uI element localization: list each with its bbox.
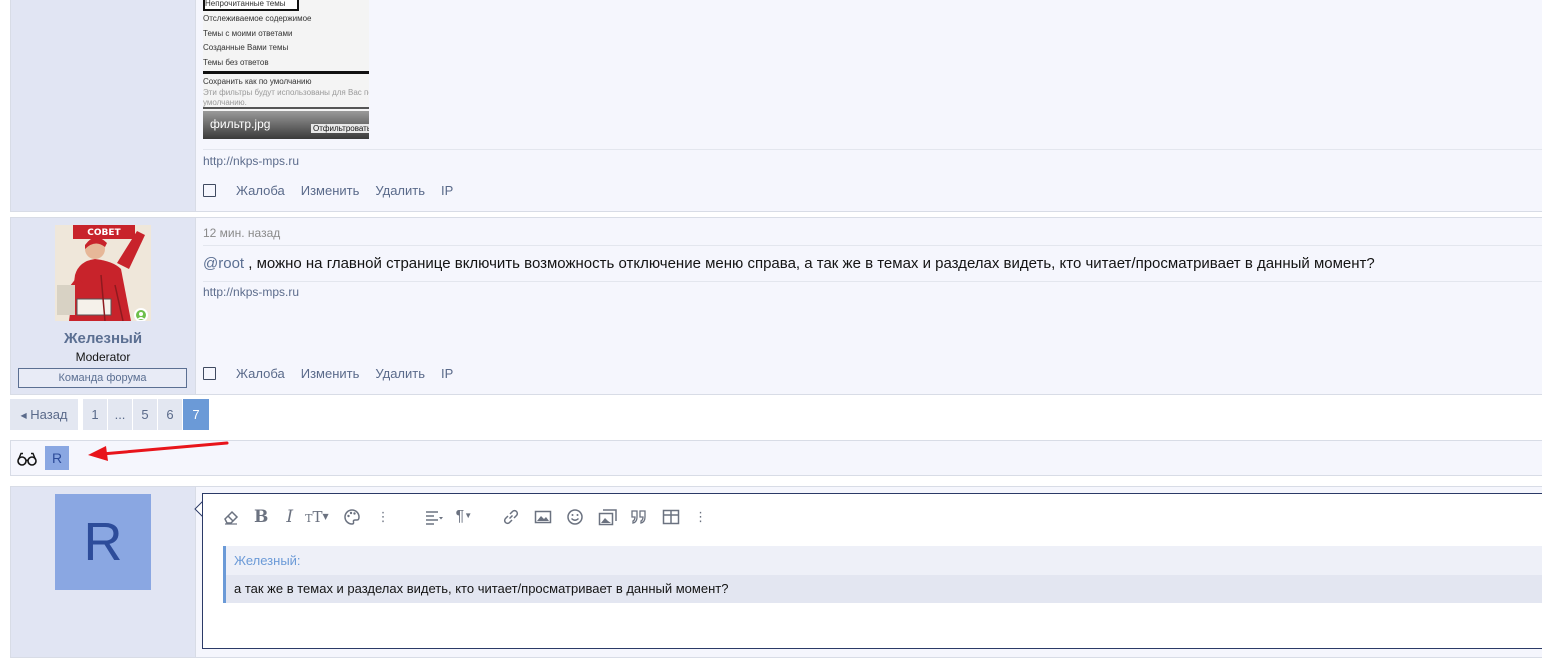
thumb-save-hint: Эти фильтры будут использованы для Вас п… bbox=[203, 88, 369, 97]
quote-author: Железный: bbox=[234, 553, 301, 568]
user-mention-link[interactable]: @root bbox=[203, 255, 244, 272]
thread-readers-bar: R bbox=[10, 440, 1542, 476]
attachment-filename: фильтр.jpg bbox=[210, 117, 271, 131]
delete-link[interactable]: Удалить bbox=[375, 183, 425, 198]
red-arrow-annotation bbox=[88, 441, 229, 461]
user-banner: Команда форума bbox=[18, 368, 187, 388]
thumb-menu-item: Темы без ответов bbox=[203, 58, 269, 67]
prev-page-label: Назад bbox=[30, 407, 68, 422]
thumb-menu-item: Отслеживаемое содержимое bbox=[203, 14, 312, 23]
user-avatar[interactable]: СОВЕТ bbox=[55, 225, 151, 321]
post-2-user-column: СОВЕТ Железный Moderator Команда форума bbox=[11, 218, 196, 394]
post-body: @root , можно на главной странице включи… bbox=[203, 255, 1375, 272]
page-jump-button[interactable]: ... bbox=[108, 399, 132, 430]
post-time[interactable]: 12 мин. назад bbox=[203, 226, 280, 240]
clear-format-icon[interactable] bbox=[222, 508, 240, 526]
font-size-icon[interactable]: TT▼ bbox=[305, 508, 329, 526]
reply-avatar[interactable]: R bbox=[55, 494, 151, 590]
post-actions: Жалоба Изменить Удалить IP bbox=[203, 180, 469, 200]
post-2-main: 12 мин. назад @root , можно на главной с… bbox=[203, 218, 1542, 394]
quote-text: а так же в темах и разделах видеть, кто … bbox=[234, 581, 729, 596]
table-icon[interactable] bbox=[662, 508, 680, 526]
smiley-icon[interactable] bbox=[566, 508, 584, 526]
post-1-main: Непрочитанные темы Отслеживаемое содержи… bbox=[203, 0, 1542, 211]
thumb-save-default: Сохранить как по умолчанию bbox=[203, 77, 312, 86]
italic-icon[interactable]: I bbox=[286, 507, 293, 527]
attachment-caption: фильтр.jpg Отфильтровать bbox=[203, 111, 369, 139]
page-link[interactable]: 6 bbox=[158, 399, 182, 430]
avatar-poster-image: СОВЕТ bbox=[55, 225, 151, 321]
glasses-icon bbox=[17, 452, 37, 466]
quote-block[interactable]: Железный: а так же в темах и разделах ви… bbox=[223, 546, 1542, 603]
thumb-apply-button: Отфильтровать bbox=[311, 124, 369, 133]
thumb-menu-item: Созданные Вами темы bbox=[203, 43, 289, 52]
thumb-menu-item: Непрочитанные темы bbox=[205, 0, 286, 8]
bold-icon[interactable]: B bbox=[254, 507, 268, 527]
post-actions: Жалоба Изменить Удалить IP bbox=[203, 363, 469, 383]
select-post-checkbox[interactable] bbox=[203, 366, 216, 380]
reader-avatar-letter: R bbox=[51, 450, 63, 466]
signature-link[interactable]: http://nkps-mps.ru bbox=[203, 154, 299, 168]
palette-icon[interactable] bbox=[343, 508, 361, 526]
post-text: , можно на главной странице включить воз… bbox=[248, 255, 1375, 272]
page-link[interactable]: 5 bbox=[133, 399, 157, 430]
online-status-icon bbox=[134, 308, 148, 321]
reply-user-column: R bbox=[11, 487, 196, 657]
pagination: ◀ Назад 1 ... 5 6 7 bbox=[10, 399, 210, 430]
signature-link[interactable]: http://nkps-mps.ru bbox=[203, 285, 299, 299]
edit-link[interactable]: Изменить bbox=[301, 366, 360, 381]
select-post-checkbox[interactable] bbox=[203, 183, 216, 197]
report-link[interactable]: Жалоба bbox=[236, 183, 285, 198]
post-1-user-column bbox=[11, 0, 196, 211]
thumb-save-hint: умолчанию. bbox=[203, 98, 247, 107]
current-page[interactable]: 7 bbox=[183, 399, 209, 430]
media-icon[interactable] bbox=[598, 508, 618, 526]
message-editor[interactable]: B I TT▼ ⋮ ¶▼ ⋮ Железный: а так же в тема… bbox=[202, 493, 1542, 649]
chevron-left-icon: ◀ bbox=[20, 411, 27, 420]
link-icon[interactable] bbox=[502, 508, 520, 526]
more-options-icon[interactable]: ⋮ bbox=[377, 509, 390, 525]
prev-page-button[interactable]: ◀ Назад bbox=[10, 399, 78, 430]
align-icon[interactable] bbox=[424, 508, 444, 526]
thumb-menu-item: Темы с моими ответами bbox=[203, 29, 293, 38]
delete-link[interactable]: Удалить bbox=[375, 366, 425, 381]
quote-icon[interactable] bbox=[630, 508, 648, 526]
report-link[interactable]: Жалоба bbox=[236, 366, 285, 381]
svg-text:СОВЕТ: СОВЕТ bbox=[87, 228, 121, 238]
attachment-thumbnail[interactable]: Непрочитанные темы Отслеживаемое содержи… bbox=[203, 0, 369, 139]
quote-body: а так же в темах и разделах видеть, кто … bbox=[226, 575, 1542, 603]
page-link[interactable]: 1 bbox=[83, 399, 107, 430]
post-2: СОВЕТ Железный Moderator Команда форума bbox=[10, 217, 1542, 395]
editor-toolbar: B I TT▼ ⋮ ¶▼ ⋮ bbox=[222, 507, 707, 527]
edit-link[interactable]: Изменить bbox=[301, 183, 360, 198]
post-1: Непрочитанные темы Отслеживаемое содержи… bbox=[10, 0, 1542, 212]
ip-link[interactable]: IP bbox=[441, 366, 453, 381]
username[interactable]: Железный bbox=[11, 330, 195, 347]
more-options-icon[interactable]: ⋮ bbox=[694, 509, 707, 525]
paragraph-icon[interactable]: ¶▼ bbox=[456, 508, 473, 526]
image-icon[interactable] bbox=[534, 508, 552, 526]
reader-avatar[interactable]: R bbox=[45, 446, 69, 470]
reply-avatar-letter: R bbox=[83, 512, 123, 572]
user-title: Moderator bbox=[75, 350, 131, 364]
ip-link[interactable]: IP bbox=[441, 183, 453, 198]
